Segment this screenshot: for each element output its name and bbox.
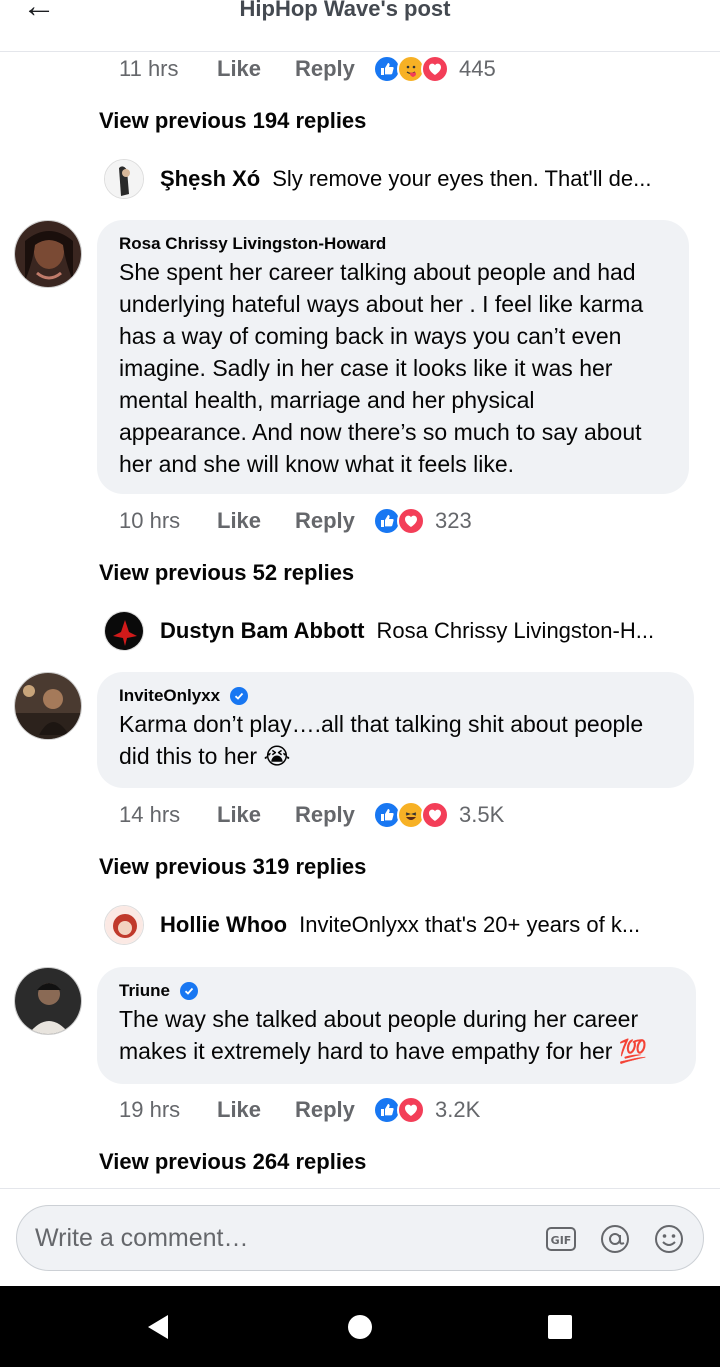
avatar[interactable] bbox=[14, 672, 82, 740]
love-reaction-icon bbox=[397, 1096, 425, 1124]
emoji-icon[interactable] bbox=[653, 1223, 685, 1255]
mention-icon[interactable] bbox=[599, 1223, 631, 1255]
reactions[interactable] bbox=[373, 507, 425, 535]
reply-author[interactable]: Dustyn Bam Abbott bbox=[160, 618, 365, 644]
reply-author[interactable]: Hollie Whoo bbox=[160, 912, 287, 938]
reply-preview[interactable]: Şhẹsh Xó Sly remove your eyes then. That… bbox=[104, 158, 651, 200]
reactions[interactable] bbox=[373, 55, 449, 83]
page-title: HipHop Wave's post bbox=[239, 0, 451, 21]
reply-text: Rosa Chrissy Livingston-H... bbox=[376, 618, 655, 643]
avatar bbox=[104, 159, 144, 199]
reply-text: InviteOnlyxx that's 20+ years of k... bbox=[299, 912, 641, 937]
view-previous-replies[interactable]: View previous 194 replies bbox=[99, 108, 366, 134]
comment-composer[interactable]: GIF bbox=[16, 1205, 704, 1271]
comment-author[interactable]: Triune bbox=[119, 981, 170, 1001]
comment-text: The way she talked about people during h… bbox=[119, 1006, 648, 1064]
avatar[interactable] bbox=[14, 220, 82, 288]
reply-preview[interactable]: Dustyn Bam Abbott Rosa Chrissy Livingsto… bbox=[104, 610, 654, 652]
comment-composer-bar: GIF bbox=[0, 1188, 720, 1286]
verified-badge-icon bbox=[180, 982, 199, 1000]
comment-author[interactable]: InviteOnlyxx bbox=[119, 686, 220, 706]
comment-meta: 10 hrs Like Reply 323 bbox=[119, 506, 472, 536]
reactions[interactable] bbox=[373, 801, 449, 829]
love-reaction-icon bbox=[421, 55, 449, 83]
comment-meta: 11 hrs Like Reply 445 bbox=[119, 54, 496, 84]
like-link[interactable]: Like bbox=[217, 1097, 295, 1123]
reply-author[interactable]: Şhẹsh Xó bbox=[160, 166, 260, 192]
reply-link[interactable]: Reply bbox=[295, 1097, 373, 1123]
reaction-count: 3.2K bbox=[435, 1097, 481, 1122]
avatar bbox=[104, 905, 144, 945]
comment-time: 14 hrs bbox=[119, 802, 181, 827]
verified-badge-icon bbox=[230, 687, 249, 705]
comment-time: 10 hrs bbox=[119, 508, 181, 533]
comment-author[interactable]: Rosa Chrissy Livingston-Howard bbox=[119, 234, 386, 254]
comment-text: She spent her career talking about peopl… bbox=[119, 259, 644, 477]
comment-bubble[interactable]: InviteOnlyxx Karma don’t play….all that … bbox=[97, 672, 694, 788]
comment-input[interactable] bbox=[35, 1224, 495, 1253]
view-previous-replies[interactable]: View previous 264 replies bbox=[99, 1149, 366, 1175]
reply-link[interactable]: Reply bbox=[295, 802, 373, 828]
view-previous-replies[interactable]: View previous 319 replies bbox=[99, 854, 366, 880]
svg-text:GIF: GIF bbox=[551, 1234, 572, 1247]
back-triangle-icon[interactable] bbox=[144, 1312, 174, 1342]
gif-icon[interactable]: GIF bbox=[545, 1223, 577, 1255]
comment-bubble[interactable]: Rosa Chrissy Livingston-Howard She spent… bbox=[97, 220, 689, 494]
comment-bubble[interactable]: Triune The way she talked about people d… bbox=[97, 967, 696, 1084]
reactions[interactable] bbox=[373, 1096, 425, 1124]
reaction-count: 3.5K bbox=[459, 802, 505, 827]
love-reaction-icon bbox=[397, 507, 425, 535]
reply-link[interactable]: Reply bbox=[295, 508, 373, 534]
avatar bbox=[104, 611, 144, 651]
reply-link[interactable]: Reply bbox=[295, 56, 373, 82]
comment-meta: 19 hrs Like Reply 3.2K bbox=[119, 1095, 480, 1125]
recents-square-icon[interactable] bbox=[545, 1312, 575, 1342]
reaction-count: 323 bbox=[435, 508, 472, 533]
post-header: ← HipHop Wave's post bbox=[0, 0, 720, 52]
comment-meta: 14 hrs Like Reply 3.5K bbox=[119, 800, 504, 830]
avatar[interactable] bbox=[14, 967, 82, 1035]
comment-time: 11 hrs bbox=[119, 56, 179, 81]
like-link[interactable]: Like bbox=[217, 508, 295, 534]
reply-text: Sly remove your eyes then. That'll de... bbox=[272, 166, 652, 191]
home-circle-icon[interactable] bbox=[345, 1312, 375, 1342]
like-link[interactable]: Like bbox=[217, 56, 295, 82]
comment-time: 19 hrs bbox=[119, 1097, 181, 1122]
reply-preview[interactable]: Hollie Whoo InviteOnlyxx that's 20+ year… bbox=[104, 904, 640, 946]
view-previous-replies[interactable]: View previous 52 replies bbox=[99, 560, 354, 586]
like-link[interactable]: Like bbox=[217, 802, 295, 828]
love-reaction-icon bbox=[421, 801, 449, 829]
reaction-count: 445 bbox=[459, 56, 496, 81]
system-nav-bar bbox=[0, 1286, 720, 1367]
comment-text: Karma don’t play….all that talking shit … bbox=[119, 711, 644, 769]
